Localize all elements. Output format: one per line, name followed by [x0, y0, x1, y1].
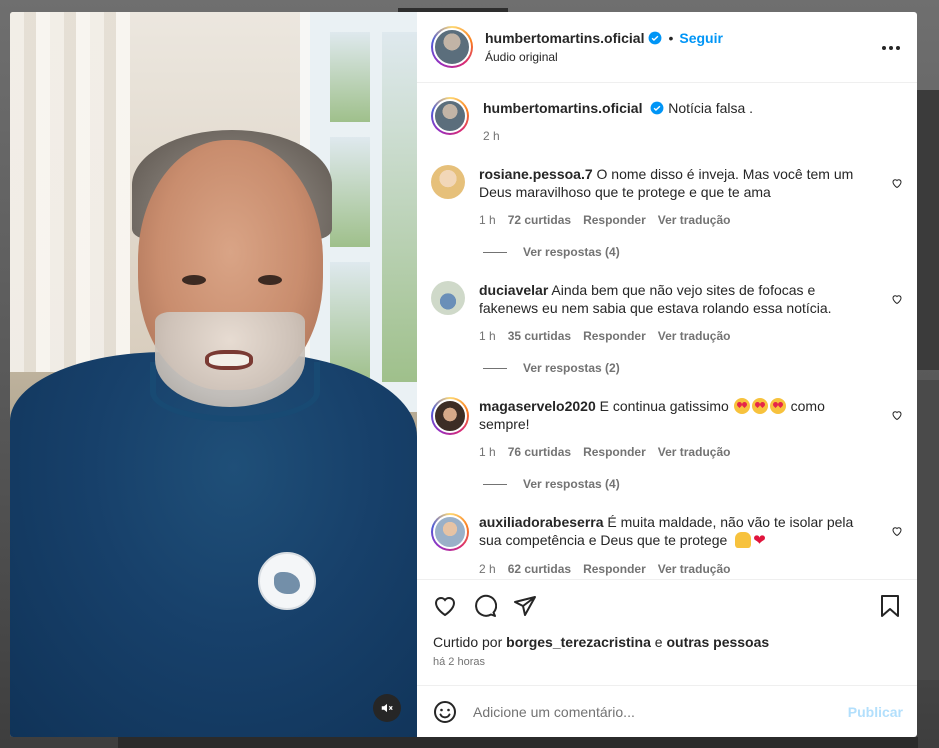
comment-likes[interactable]: 62 curtidas: [508, 562, 571, 576]
caption-text: Notícia falsa .: [668, 100, 754, 116]
translate-button[interactable]: Ver tradução: [658, 562, 731, 576]
post-header: humbertomartins.oficial • Seguir Áudio o…: [417, 12, 917, 83]
video-curtain: [10, 12, 130, 372]
post-caption: humbertomartins.oficial Notícia falsa . …: [431, 97, 903, 143]
window-pane: [382, 32, 417, 382]
author-username[interactable]: humbertomartins.oficial: [485, 30, 644, 46]
heart-eyes-emoji-icon: [751, 398, 768, 414]
comment-username[interactable]: duciavelar: [479, 282, 548, 298]
publish-button[interactable]: Publicar: [848, 704, 903, 720]
verified-badge-icon: [650, 101, 664, 115]
shirt-logo: [258, 552, 316, 610]
comment-text: E continua gatissimo: [599, 398, 729, 414]
view-replies-label: Ver respostas (2): [523, 361, 620, 375]
heart-icon[interactable]: [891, 409, 903, 421]
video-eye: [182, 275, 206, 285]
heart-eyes-emoji-icon: [769, 398, 786, 414]
reply-button[interactable]: Responder: [583, 213, 646, 227]
replies-line: [483, 483, 507, 485]
video-eye: [258, 275, 282, 285]
separator-dot: •: [668, 30, 674, 46]
liked-by-conj: e: [654, 634, 663, 650]
comment-avatar[interactable]: [431, 397, 469, 435]
view-replies-button[interactable]: Ver respostas (4): [483, 477, 903, 491]
reply-button[interactable]: Responder: [583, 445, 646, 459]
caption-avatar[interactable]: [431, 97, 469, 135]
backdrop-strip: [118, 737, 918, 748]
comment-likes[interactable]: 76 curtidas: [508, 445, 571, 459]
send-icon[interactable]: [513, 594, 537, 618]
comment-time: 2 h: [479, 562, 496, 576]
comment-item: rosiane.pessoa.7 O nome disso é inveja. …: [431, 165, 903, 227]
post-time[interactable]: há 2 horas: [433, 656, 903, 668]
comment-likes[interactable]: 35 curtidas: [508, 329, 571, 343]
bookmark-icon[interactable]: [879, 594, 901, 618]
caption-username[interactable]: humbertomartins.oficial: [483, 100, 642, 116]
replies-line: [483, 367, 507, 369]
view-replies-button[interactable]: Ver respostas (2): [483, 361, 903, 375]
more-horizontal-icon: [882, 46, 900, 50]
view-replies-button[interactable]: Ver respostas (4): [483, 245, 903, 259]
view-replies-label: Ver respostas (4): [523, 245, 620, 259]
translate-button[interactable]: Ver tradução: [658, 445, 731, 459]
comment-username[interactable]: rosiane.pessoa.7: [479, 166, 593, 182]
volume-muted-icon: [381, 703, 393, 713]
comment-item: auxiliadorabeserra É muita maldade, não …: [431, 513, 903, 576]
comment-avatar[interactable]: [431, 165, 465, 199]
post-video[interactable]: [10, 12, 417, 737]
smiley-icon[interactable]: [433, 700, 457, 724]
post-actions: Curtido por borges_terezacristina e outr…: [417, 579, 917, 685]
translate-button[interactable]: Ver tradução: [658, 213, 731, 227]
replies-line: [483, 251, 507, 253]
video-mouth: [205, 350, 253, 370]
liked-by-prefix: Curtido por: [433, 634, 503, 650]
more-options-button[interactable]: [879, 36, 903, 60]
view-replies-label: Ver respostas (4): [523, 477, 620, 491]
reply-button[interactable]: Responder: [583, 562, 646, 576]
backdrop-strip: [917, 90, 939, 370]
heart-icon[interactable]: [433, 594, 457, 618]
liked-by-others[interactable]: outras pessoas: [666, 634, 769, 650]
comment-time: 1 h: [479, 445, 496, 459]
window-pane: [330, 137, 370, 247]
comment-input[interactable]: Adicione um comentário...: [473, 704, 848, 720]
backdrop-strip: [917, 380, 939, 680]
comment-item: duciavelar Ainda bem que não vejo sites …: [431, 281, 903, 343]
heart-icon[interactable]: [891, 293, 903, 305]
heart-icon[interactable]: [891, 525, 903, 537]
mute-button[interactable]: [373, 694, 401, 722]
heart-icon[interactable]: [891, 177, 903, 189]
comment-item: magaservelo2020 E continua gatissimo com…: [431, 397, 903, 459]
comment-avatar[interactable]: [431, 281, 465, 315]
liked-by-user[interactable]: borges_terezacristina: [506, 634, 651, 650]
audio-label[interactable]: Áudio original: [485, 50, 723, 64]
comment-time: 1 h: [479, 329, 496, 343]
post-side-panel: humbertomartins.oficial • Seguir Áudio o…: [417, 12, 917, 737]
comment-likes[interactable]: 72 curtidas: [508, 213, 571, 227]
red-heart-emoji-icon: ❤: [753, 532, 766, 549]
translate-button[interactable]: Ver tradução: [658, 329, 731, 343]
comment-username[interactable]: auxiliadorabeserra: [479, 514, 604, 530]
window-pane: [330, 32, 370, 122]
comment-composer: Adicione um comentário... Publicar: [417, 685, 917, 737]
comment-avatar[interactable]: [431, 513, 469, 551]
follow-button[interactable]: Seguir: [679, 30, 723, 46]
reply-button[interactable]: Responder: [583, 329, 646, 343]
comments-list[interactable]: humbertomartins.oficial Notícia falsa . …: [417, 83, 917, 579]
raised-hands-emoji-icon: [735, 532, 752, 548]
comment-time: 1 h: [479, 213, 496, 227]
liked-by: Curtido por borges_terezacristina e outr…: [433, 634, 903, 650]
heart-eyes-emoji-icon: [733, 398, 750, 414]
comment-icon[interactable]: [473, 594, 497, 618]
post-modal: humbertomartins.oficial • Seguir Áudio o…: [10, 12, 917, 737]
caption-time: 2 h: [483, 129, 500, 143]
verified-badge-icon: [649, 31, 662, 45]
author-avatar[interactable]: [431, 26, 473, 68]
comment-username[interactable]: magaservelo2020: [479, 398, 596, 414]
